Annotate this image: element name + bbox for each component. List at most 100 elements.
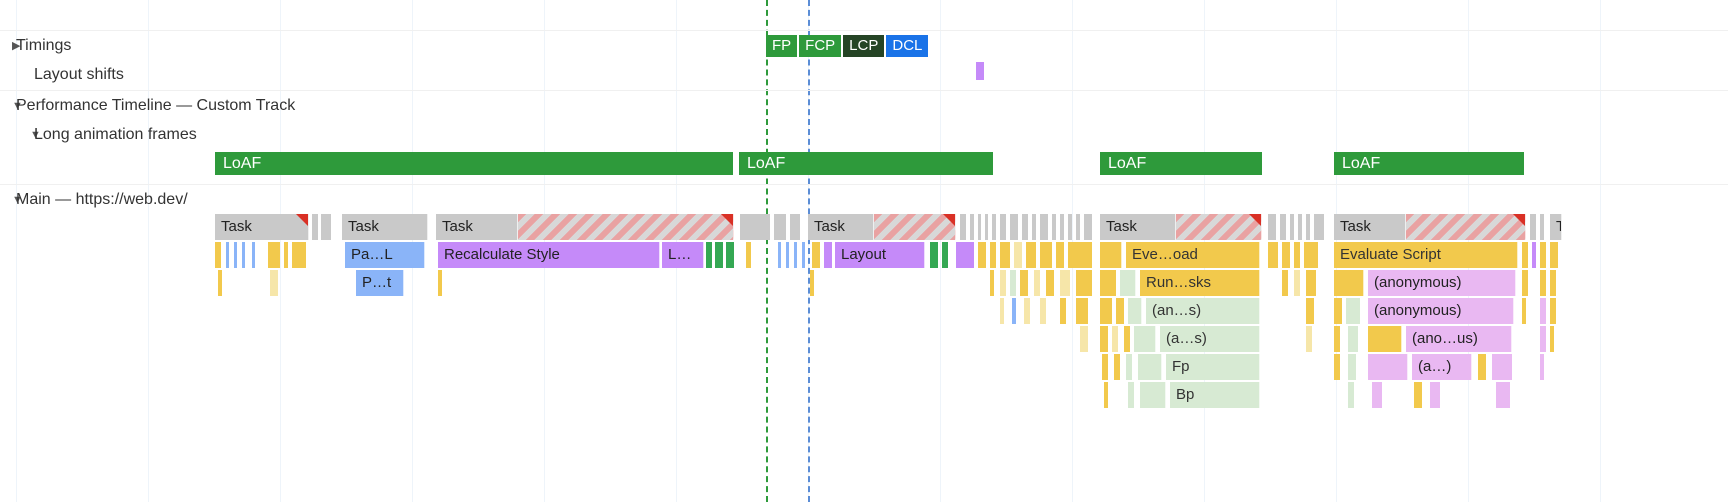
flame-sliver[interactable]: [790, 214, 800, 240]
flame-sliver[interactable]: [812, 242, 820, 268]
flame-sliver[interactable]: [1000, 298, 1004, 324]
flame-sliver[interactable]: [312, 214, 318, 240]
disclosure-down-icon[interactable]: ▼: [0, 194, 12, 206]
flame-entry[interactable]: [1140, 382, 1166, 408]
flame-sliver[interactable]: [978, 242, 986, 268]
flame-sliver[interactable]: [1348, 354, 1356, 380]
flame-sliver[interactable]: [1348, 326, 1358, 352]
flame-sliver[interactable]: [1068, 242, 1092, 268]
eval-script-entry[interactable]: Evaluate Script: [1334, 242, 1518, 268]
flame-sliver[interactable]: [234, 242, 237, 268]
flame-sliver[interactable]: [1040, 298, 1046, 324]
flame-sliver[interactable]: [1550, 326, 1554, 352]
flame-sliver[interactable]: [1114, 354, 1120, 380]
flame-sliver[interactable]: [992, 214, 996, 240]
flame-entry[interactable]: [1334, 270, 1364, 296]
flame-sliver[interactable]: [1056, 242, 1064, 268]
flame-sliver[interactable]: [1346, 298, 1360, 324]
flame-sliver[interactable]: [942, 242, 948, 268]
loaf-bar[interactable]: LoAF: [1334, 152, 1524, 175]
flame-sliver[interactable]: [1550, 298, 1556, 324]
task-entry[interactable]: Task: [1334, 214, 1406, 240]
flame-sliver[interactable]: [226, 242, 229, 268]
flame-sliver[interactable]: [706, 242, 712, 268]
flame-sliver[interactable]: [1014, 242, 1022, 268]
flame-sliver[interactable]: [1068, 214, 1072, 240]
perf-timeline-header[interactable]: ▼ Performance Timeline — Custom Track: [0, 90, 1728, 120]
flame-sliver[interactable]: [1124, 326, 1130, 352]
flame-entry[interactable]: [1120, 270, 1136, 296]
flame-sliver[interactable]: [1522, 270, 1528, 296]
flame-sliver[interactable]: [1084, 214, 1092, 240]
loaf-bar[interactable]: LoAF: [215, 152, 733, 175]
flame-sliver[interactable]: [268, 242, 280, 268]
flame-sliver[interactable]: [1430, 382, 1440, 408]
flame-sliver[interactable]: [1112, 326, 1118, 352]
flame-sliver[interactable]: [786, 242, 789, 268]
flame-sliver[interactable]: [1268, 242, 1278, 268]
flame-entry[interactable]: [1134, 326, 1156, 352]
layout-short-entry[interactable]: L…: [662, 242, 704, 268]
flame-sliver[interactable]: [740, 214, 770, 240]
task-entry[interactable]: Task: [808, 214, 874, 240]
flame-sliver[interactable]: [1104, 382, 1108, 408]
long-task-hatch[interactable]: [1176, 214, 1262, 240]
long-task-hatch[interactable]: [874, 214, 956, 240]
flame-sliver[interactable]: [1126, 354, 1132, 380]
flame-sliver[interactable]: [252, 242, 255, 268]
fcp-badge[interactable]: FCP: [799, 35, 841, 57]
flame-sliver[interactable]: [1522, 298, 1526, 324]
flame-sliver[interactable]: [1306, 270, 1316, 296]
flame-sliver[interactable]: [1372, 382, 1382, 408]
ashort-entry[interactable]: (a…): [1412, 354, 1472, 380]
flame-sliver[interactable]: [1540, 326, 1546, 352]
flame-sliver[interactable]: [990, 270, 994, 296]
flame-sliver[interactable]: [215, 242, 221, 268]
main-track-header[interactable]: ▼ Main — https://web.dev/: [0, 184, 1728, 214]
flame-sliver[interactable]: [1282, 270, 1288, 296]
flame-sliver[interactable]: [824, 242, 832, 268]
flame-sliver[interactable]: [1280, 214, 1286, 240]
lcp-badge[interactable]: LCP: [843, 35, 884, 57]
task-entry[interactable]: Task: [1100, 214, 1176, 240]
flame-sliver[interactable]: [1334, 326, 1340, 352]
flame-sliver[interactable]: [1414, 382, 1422, 408]
task-entry[interactable]: Task: [215, 214, 309, 240]
run-tasks-entry[interactable]: Run…sks: [1140, 270, 1260, 296]
flame-sliver[interactable]: [1046, 270, 1054, 296]
flame-sliver[interactable]: [1000, 242, 1010, 268]
flame-sliver[interactable]: [1116, 298, 1124, 324]
flame-sliver[interactable]: [1128, 382, 1134, 408]
flame-sliver[interactable]: [1294, 270, 1300, 296]
fp-entry[interactable]: Fp: [1166, 354, 1260, 380]
flame-sliver[interactable]: [1550, 270, 1556, 296]
flame-sliver[interactable]: [1492, 354, 1512, 380]
flame-sliver[interactable]: [1080, 326, 1088, 352]
flame-sliver[interactable]: [1024, 298, 1030, 324]
flame-sliver[interactable]: [970, 214, 974, 240]
flame-sliver[interactable]: [1022, 214, 1028, 240]
flame-sliver[interactable]: [1034, 270, 1040, 296]
flame-sliver[interactable]: [1282, 242, 1290, 268]
flame-sliver[interactable]: [746, 242, 751, 268]
flame-sliver[interactable]: [1076, 298, 1088, 324]
flame-sliver[interactable]: [985, 214, 988, 240]
flame-sliver[interactable]: [1268, 214, 1276, 240]
flame-sliver[interactable]: [810, 270, 814, 296]
flame-sliver[interactable]: [794, 242, 797, 268]
flame-sliver[interactable]: [1000, 214, 1006, 240]
anonymous-entry[interactable]: (anonymous): [1368, 298, 1514, 324]
flame-entry[interactable]: [1368, 326, 1402, 352]
flame-sliver[interactable]: [1060, 270, 1070, 296]
bp-entry[interactable]: Bp: [1170, 382, 1260, 408]
flame-sliver[interactable]: [1076, 214, 1080, 240]
flame-sliver[interactable]: [1496, 382, 1510, 408]
flame-sliver[interactable]: [1298, 214, 1302, 240]
flame-entry[interactable]: [1368, 354, 1408, 380]
flame-sliver[interactable]: [1040, 242, 1052, 268]
flame-sliver[interactable]: [438, 270, 442, 296]
flame-sliver[interactable]: [1334, 354, 1340, 380]
long-frames-header[interactable]: ▼ Long animation frames: [0, 120, 1728, 150]
flame-sliver[interactable]: [802, 242, 805, 268]
flame-sliver[interactable]: [1100, 270, 1116, 296]
